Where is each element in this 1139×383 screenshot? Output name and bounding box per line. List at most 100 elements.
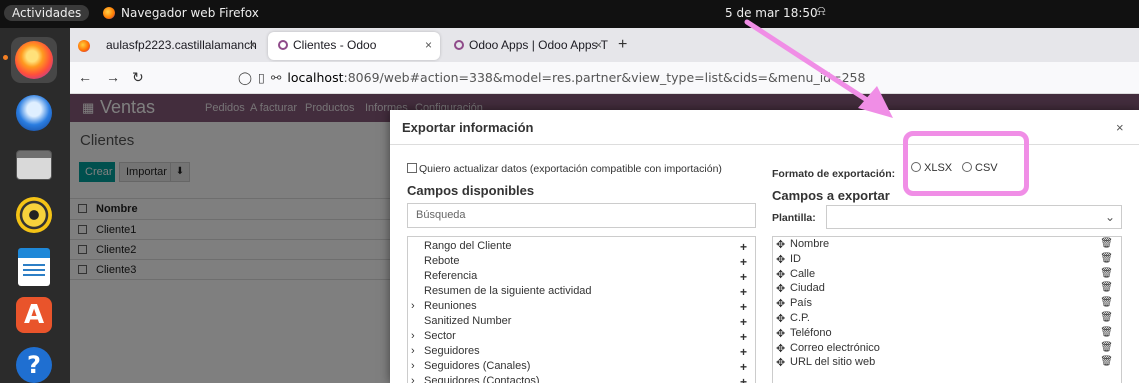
dock-rhythmbox[interactable]: [11, 192, 57, 238]
field-label: Rebote: [424, 255, 460, 267]
compat-checkbox[interactable]: Quiero actualizar datos (exportación com…: [407, 163, 722, 175]
add-icon[interactable]: +: [740, 255, 747, 269]
available-field-item[interactable]: Resumen de la siguiente actividad +: [408, 285, 755, 300]
notification-icon[interactable]: ⍾: [817, 4, 826, 19]
trash-icon[interactable]: 🗑: [1100, 253, 1113, 264]
available-field-item[interactable]: Sanitized Number +: [408, 315, 755, 330]
export-field-item[interactable]: ✥ C.P. 🗑: [773, 312, 1121, 327]
close-icon[interactable]: ×: [425, 38, 432, 52]
chevron-right-icon[interactable]: ›: [411, 375, 415, 383]
trash-icon[interactable]: 🗑: [1100, 268, 1113, 279]
field-label: Nombre: [790, 238, 830, 250]
trash-icon[interactable]: 🗑: [1100, 297, 1113, 308]
available-fields-list[interactable]: Rango del Cliente + Rebote + Referencia + Resu…: [407, 236, 756, 383]
chevron-down-icon: ⌄: [1104, 210, 1115, 224]
field-label: Sector: [424, 330, 456, 342]
permissions-icon[interactable]: ⚯: [271, 70, 281, 85]
add-icon[interactable]: +: [740, 270, 747, 284]
tab-clientes[interactable]: Clientes - Odoo ×: [268, 32, 440, 60]
drag-handle-icon[interactable]: ✥: [776, 282, 785, 295]
trash-icon[interactable]: 🗑: [1100, 238, 1113, 249]
dock-firefox[interactable]: [11, 37, 57, 83]
firefox-view-icon[interactable]: [78, 40, 90, 52]
trash-icon[interactable]: 🗑: [1100, 356, 1113, 367]
trash-icon[interactable]: 🗑: [1100, 327, 1113, 338]
add-icon[interactable]: +: [740, 345, 747, 359]
trash-icon[interactable]: 🗑: [1100, 282, 1113, 293]
url-bar[interactable]: ◯ ▯ ⚯ localhost:8069/web#action=338&model=r…: [238, 65, 1138, 91]
tab-label: Clientes - Odoo: [293, 38, 377, 52]
tab-label: Odoo Apps | Odoo Apps T: [469, 38, 608, 52]
available-field-item[interactable]: › Sector +: [408, 330, 755, 345]
drag-handle-icon[interactable]: ✥: [776, 238, 785, 251]
add-icon[interactable]: +: [740, 330, 747, 344]
add-icon[interactable]: +: [740, 375, 747, 383]
dock-help[interactable]: ?: [11, 342, 57, 383]
forward-icon[interactable]: →: [106, 69, 120, 85]
field-label: Rango del Cliente: [424, 240, 512, 252]
available-field-item[interactable]: Rango del Cliente +: [408, 240, 755, 255]
close-icon[interactable]: ×: [595, 38, 602, 52]
dock-writer[interactable]: [11, 244, 57, 290]
compat-label: Quiero actualizar datos (exportación com…: [419, 163, 722, 175]
clock[interactable]: 5 de mar 18:50: [725, 6, 818, 20]
back-icon[interactable]: ←: [78, 69, 92, 85]
new-tab-button[interactable]: +: [618, 36, 627, 54]
app-menu[interactable]: Navegador web Firefox: [103, 6, 259, 20]
drag-handle-icon[interactable]: ✥: [776, 253, 785, 266]
export-field-item[interactable]: ✥ Teléfono 🗑: [773, 327, 1121, 342]
add-icon[interactable]: +: [740, 315, 747, 329]
close-icon[interactable]: ×: [1116, 120, 1124, 135]
trash-icon[interactable]: 🗑: [1100, 312, 1113, 323]
available-field-item[interactable]: Rebote +: [408, 255, 755, 270]
dock-files[interactable]: [11, 142, 57, 188]
dock-software[interactable]: A: [11, 292, 57, 338]
system-top-bar: Actividades Navegador web Firefox 5 de m…: [0, 0, 1139, 28]
export-field-item[interactable]: ✥ Calle 🗑: [773, 268, 1121, 283]
drag-handle-icon[interactable]: ✥: [776, 268, 785, 281]
export-field-item[interactable]: ✥ Correo electrónico 🗑: [773, 342, 1121, 357]
tab-odoo-apps[interactable]: Odoo Apps | Odoo Apps T ×: [444, 32, 610, 60]
available-field-item[interactable]: › Reuniones +: [408, 300, 755, 315]
drag-handle-icon[interactable]: ✥: [776, 297, 785, 310]
chevron-right-icon[interactable]: ›: [411, 300, 415, 312]
add-icon[interactable]: +: [740, 240, 747, 254]
add-icon[interactable]: +: [740, 285, 747, 299]
field-label: Referencia: [424, 270, 478, 282]
chevron-right-icon[interactable]: ›: [411, 345, 415, 357]
running-indicator: [3, 55, 8, 60]
dock-thunderbird[interactable]: [11, 90, 57, 136]
export-field-item[interactable]: ✥ País 🗑: [773, 297, 1121, 312]
chevron-right-icon[interactable]: ›: [411, 330, 415, 342]
search-input[interactable]: Búsqueda: [407, 203, 756, 228]
export-field-item[interactable]: ✥ Ciudad 🗑: [773, 282, 1121, 297]
close-icon[interactable]: ×: [249, 38, 256, 52]
page-icon[interactable]: ▯: [258, 70, 265, 85]
reload-icon[interactable]: ↻: [132, 69, 144, 86]
app-name-label: Navegador web Firefox: [121, 6, 259, 20]
odoo-favicon-icon: [278, 40, 288, 50]
add-icon[interactable]: +: [740, 360, 747, 374]
drag-handle-icon[interactable]: ✥: [776, 356, 785, 369]
available-field-item[interactable]: Referencia +: [408, 270, 755, 285]
available-field-item[interactable]: › Seguidores (Contactos) +: [408, 375, 755, 383]
chevron-right-icon[interactable]: ›: [411, 360, 415, 372]
export-field-item[interactable]: ✥ ID 🗑: [773, 253, 1121, 268]
drag-handle-icon[interactable]: ✥: [776, 312, 785, 325]
activities-button[interactable]: Actividades: [4, 5, 90, 21]
available-field-item[interactable]: › Seguidores +: [408, 345, 755, 360]
drag-handle-icon[interactable]: ✥: [776, 327, 785, 340]
odoo-favicon-icon: [454, 40, 464, 50]
trash-icon[interactable]: 🗑: [1100, 342, 1113, 353]
available-field-item[interactable]: › Seguidores (Canales) +: [408, 360, 755, 375]
template-select[interactable]: ⌄: [826, 205, 1122, 229]
checkbox-box[interactable]: [407, 163, 417, 173]
add-icon[interactable]: +: [740, 300, 747, 314]
writer-icon: [18, 248, 50, 286]
tab-aulas[interactable]: aulasfp2223.castillalamanch ×: [96, 32, 264, 60]
rhythmbox-icon: [16, 197, 52, 233]
export-field-item[interactable]: ✥ URL del sitio web 🗑: [773, 356, 1121, 371]
export-field-item[interactable]: ✥ Nombre 🗑: [773, 238, 1121, 253]
drag-handle-icon[interactable]: ✥: [776, 342, 785, 355]
shield-icon[interactable]: ◯: [238, 70, 252, 85]
